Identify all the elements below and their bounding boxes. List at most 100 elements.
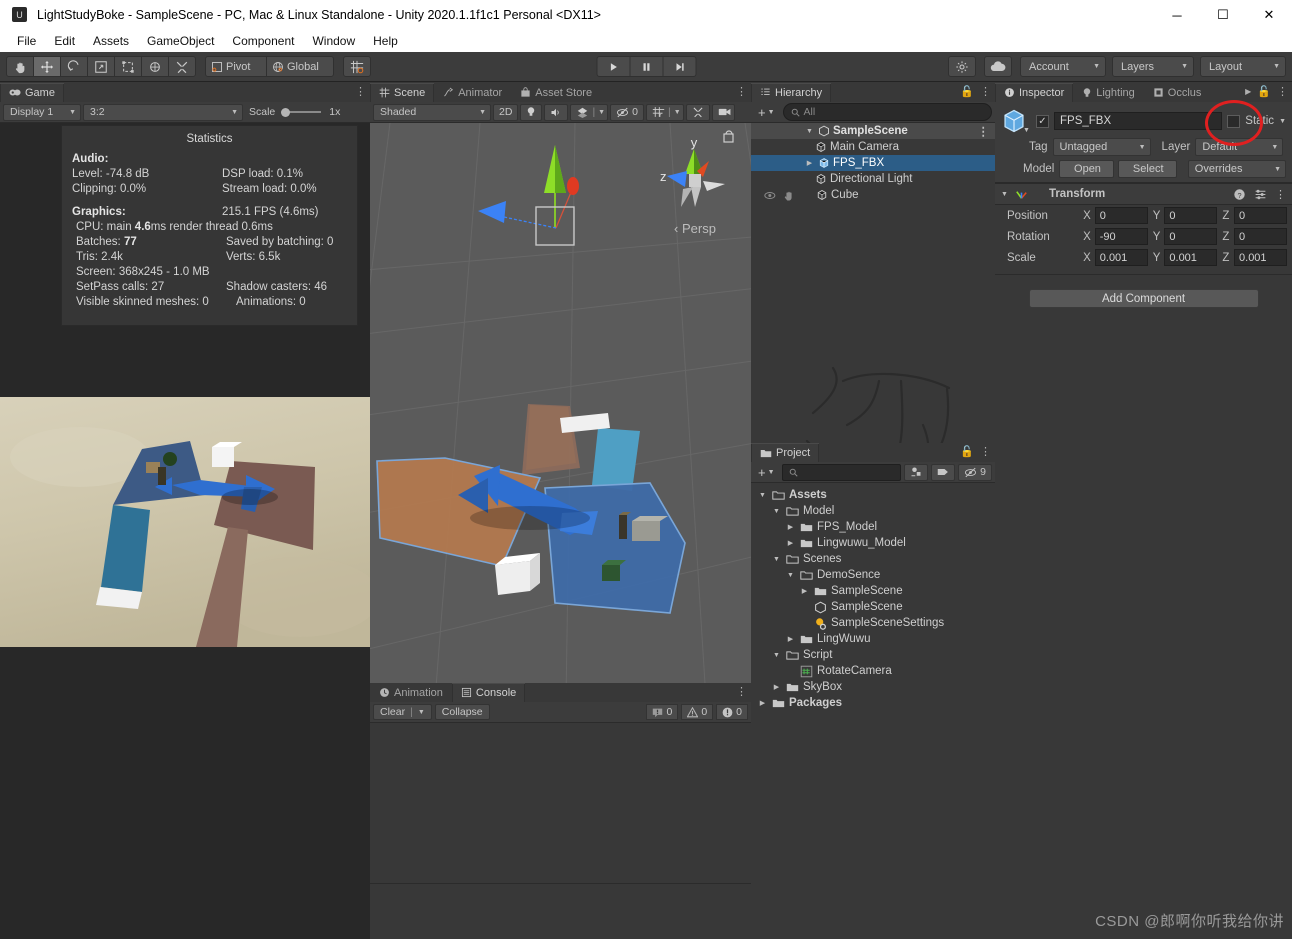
project-tree-item[interactable]: ▼ DemoSence xyxy=(751,567,995,583)
hand-tool-button[interactable] xyxy=(6,56,34,77)
menu-item-assets[interactable]: Assets xyxy=(84,30,138,52)
scene-viewport[interactable]: y z ‹ Persp xyxy=(370,123,751,764)
project-tree-item[interactable]: ▶ Lingwuwu_Model xyxy=(751,535,995,551)
pivot-toggle-button[interactable]: Pivot xyxy=(205,56,267,77)
collapse-button[interactable]: Collapse xyxy=(434,704,490,720)
chevron-right-icon[interactable]: ▶ xyxy=(785,539,796,547)
chevron-right-icon[interactable]: ▶ xyxy=(785,635,796,643)
menu-item-window[interactable]: Window xyxy=(303,30,364,52)
tab-asset-store[interactable]: Asset Store xyxy=(511,83,601,102)
kebab-menu-icon[interactable]: ⋮ xyxy=(1275,188,1286,201)
game-tab-menu[interactable]: ⋮ xyxy=(355,85,366,98)
transform-component-header[interactable]: ▼ Transform ? ⋮ xyxy=(995,183,1292,205)
tab-occlusion[interactable]: Occlus xyxy=(1144,83,1211,102)
kebab-menu-icon[interactable]: ⋮ xyxy=(978,124,990,138)
step-button[interactable] xyxy=(662,56,697,77)
chevron-down-icon[interactable]: ▼ xyxy=(757,492,768,499)
pause-button[interactable] xyxy=(629,56,664,77)
transform-x-field[interactable]: -90 xyxy=(1094,228,1148,245)
chevron-right-icon[interactable]: ▶ xyxy=(757,699,768,707)
chevron-down-icon[interactable]: ▼ xyxy=(771,556,782,563)
project-tree-item[interactable]: ▼ Model xyxy=(751,503,995,519)
kebab-menu-icon[interactable]: ⋮ xyxy=(1277,85,1288,98)
kebab-menu-icon[interactable]: ⋮ xyxy=(736,85,747,98)
scene-audio-toggle[interactable] xyxy=(544,103,569,121)
project-tree-item[interactable]: ▼ Scenes xyxy=(751,551,995,567)
log-count-toggle[interactable]: 0 xyxy=(646,704,679,720)
custom-editor-tool-button[interactable] xyxy=(168,56,196,77)
console-log-list[interactable] xyxy=(370,723,751,939)
layout-dropdown[interactable]: Layout ▼ xyxy=(1200,56,1286,77)
layer-dropdown[interactable]: Default ▼ xyxy=(1195,138,1284,156)
maximize-button[interactable]: ☐ xyxy=(1200,0,1246,30)
chevron-down-icon[interactable]: ▼ xyxy=(1279,118,1286,125)
grid-snap-button[interactable] xyxy=(343,56,371,77)
transform-z-field[interactable]: 0 xyxy=(1234,207,1287,224)
hierarchy-search-input[interactable]: All xyxy=(782,103,992,121)
tab-hierarchy[interactable]: Hierarchy xyxy=(751,83,832,102)
tag-dropdown[interactable]: Untagged ▼ xyxy=(1052,138,1151,156)
menu-item-edit[interactable]: Edit xyxy=(45,30,84,52)
menu-item-component[interactable]: Component xyxy=(223,30,303,52)
project-tree-item[interactable]: ▶ LingWuwu xyxy=(751,631,995,647)
lock-icon[interactable]: 🔓 xyxy=(960,445,974,458)
tab-game[interactable]: Game xyxy=(0,83,64,102)
hierarchy-tree[interactable]: ▼ SampleScene ⋮ Main Camera ▶ FPS_FBX Di… xyxy=(751,123,995,443)
hierarchy-item-fps-fbx[interactable]: ▶ FPS_FBX xyxy=(751,155,995,171)
project-hidden-count[interactable]: 9 xyxy=(958,463,992,481)
scale-slider[interactable] xyxy=(281,107,323,117)
chevron-right-icon[interactable]: ▶ xyxy=(799,587,810,595)
lock-icon[interactable]: 🔓 xyxy=(960,85,974,98)
chevron-right-icon[interactable]: ▶ xyxy=(785,523,796,531)
project-tree-item[interactable]: ▼ Script xyxy=(751,647,995,663)
scale-slider-group[interactable]: Scale 1x xyxy=(245,104,344,121)
menu-item-help[interactable]: Help xyxy=(364,30,407,52)
scene-hidden-objects[interactable]: 0 xyxy=(610,103,644,121)
error-count-toggle[interactable]: 0 xyxy=(716,704,748,720)
project-filter-label-button[interactable] xyxy=(931,463,956,481)
project-tree-item[interactable]: ▶ SkyBox xyxy=(751,679,995,695)
hierarchy-item-cube[interactable]: Cube xyxy=(751,187,995,203)
account-dropdown[interactable]: Account ▼ xyxy=(1020,56,1106,77)
overrides-dropdown[interactable]: Overrides ▼ xyxy=(1187,160,1286,178)
chevron-down-icon[interactable]: ▼ xyxy=(785,572,796,579)
transform-y-field[interactable]: 0.001 xyxy=(1164,249,1218,266)
game-view-render[interactable] xyxy=(0,397,370,647)
chevron-down-icon[interactable]: ▼ xyxy=(1023,127,1030,134)
project-tree-item[interactable]: SampleSceneSettings xyxy=(751,615,995,631)
hierarchy-item-directional-light[interactable]: Directional Light xyxy=(751,171,995,187)
chevron-down-icon[interactable]: ▼ xyxy=(804,128,815,135)
scene-tools-button[interactable] xyxy=(685,103,710,121)
cloud-button[interactable] xyxy=(984,56,1012,77)
scene-gizmos-toggle[interactable]: Y | ▼ xyxy=(645,103,684,121)
project-tree-item[interactable]: ▶ Packages xyxy=(751,695,995,711)
model-open-button[interactable]: Open xyxy=(1059,160,1114,178)
display-dropdown[interactable]: Display 1 ▼ xyxy=(3,103,81,121)
transform-x-field[interactable]: 0 xyxy=(1094,207,1148,224)
chevron-down-icon[interactable]: ▼ xyxy=(771,508,782,515)
hierarchy-add-button[interactable]: + ▼ xyxy=(754,104,779,121)
move-tool-button[interactable] xyxy=(33,56,61,77)
rect-tool-button[interactable] xyxy=(114,56,142,77)
chevron-down-icon[interactable]: ▼ xyxy=(1001,191,1008,198)
chevron-down-icon[interactable]: ▼ xyxy=(771,652,782,659)
kebab-menu-icon[interactable]: ⋮ xyxy=(980,85,991,98)
editor-settings-button[interactable] xyxy=(948,56,976,77)
transform-y-field[interactable]: 0 xyxy=(1164,228,1218,245)
lock-icon[interactable]: 🔓 xyxy=(1257,85,1271,98)
project-tree-item[interactable]: SampleScene xyxy=(751,599,995,615)
object-name-field[interactable]: FPS_FBX xyxy=(1054,112,1223,130)
transform-z-field[interactable]: 0 xyxy=(1234,228,1287,245)
layers-dropdown[interactable]: Layers ▼ xyxy=(1112,56,1194,77)
play-button[interactable] xyxy=(596,56,631,77)
close-button[interactable]: ✕ xyxy=(1246,0,1292,30)
project-tree[interactable]: ▼ Assets ▼ Model ▶ FPS_Model ▶ Lingwuwu_Model ▼ S… xyxy=(751,483,995,939)
chevron-right-icon[interactable]: ▶ xyxy=(804,159,815,167)
transform-z-field[interactable]: 0.001 xyxy=(1234,249,1287,266)
warning-count-toggle[interactable]: 0 xyxy=(681,704,714,720)
shading-mode-dropdown[interactable]: Shaded ▼ xyxy=(373,103,491,121)
project-tree-item[interactable]: ▶ FPS_Model xyxy=(751,519,995,535)
menu-item-gameobject[interactable]: GameObject xyxy=(138,30,223,52)
rotate-tool-button[interactable] xyxy=(60,56,88,77)
add-component-button[interactable]: Add Component xyxy=(1028,289,1259,308)
